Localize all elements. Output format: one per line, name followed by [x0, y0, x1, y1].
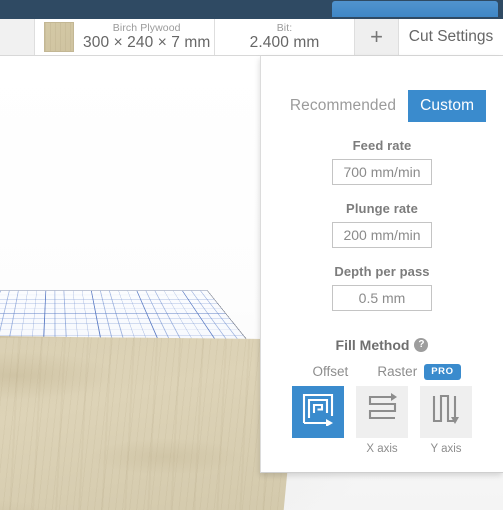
fill-method-title-row: Fill Method ?: [261, 337, 503, 353]
machine-bed-grid: [0, 290, 250, 343]
material-swatch-icon: [44, 22, 74, 52]
bit-info: Bit: 2.400 mm: [250, 22, 320, 53]
bit-label: Bit:: [276, 21, 293, 34]
mode-toggle-group: Recommended Custom: [261, 90, 503, 122]
bit-value: 2.400 mm: [249, 34, 320, 52]
material-info: Birch Plywood 300 × 240 × 7 mm: [83, 22, 210, 53]
app-root: Birch Plywood 300 × 240 × 7 mm Bit: 2.40…: [0, 0, 503, 510]
field-plunge-rate: Plunge rate: [261, 201, 503, 248]
feed-rate-input[interactable]: [332, 159, 432, 185]
cut-settings-button[interactable]: Cut Settings: [399, 19, 503, 55]
fill-method-title: Fill Method: [335, 337, 410, 353]
fill-method-section: Fill Method ? Offset Raster PRO X axis Y…: [261, 337, 503, 455]
fill-option-raster-y-caption: Y axis: [430, 442, 462, 455]
field-depth-per-pass: Depth per pass: [261, 264, 503, 311]
material-dimensions: 300 × 240 × 7 mm: [83, 34, 211, 52]
material-selector[interactable]: Birch Plywood 300 × 240 × 7 mm: [35, 19, 215, 55]
feed-rate-label: Feed rate: [352, 138, 412, 153]
tab-recommended[interactable]: Recommended: [278, 90, 408, 122]
fill-option-raster-x-caption: X axis: [366, 442, 398, 455]
offset-heading: Offset: [312, 364, 349, 380]
raster-heading-group: Raster PRO: [377, 364, 461, 380]
bit-selector[interactable]: Bit: 2.400 mm: [215, 19, 355, 55]
field-feed-rate: Feed rate: [261, 138, 503, 185]
plunge-rate-label: Plunge rate: [346, 201, 418, 216]
raster-y-axis-icon: [429, 392, 463, 431]
raster-x-axis-icon: [365, 392, 399, 431]
fill-method-headings: Offset Raster PRO: [261, 364, 503, 380]
toolbar: Birch Plywood 300 × 240 × 7 mm Bit: 2.40…: [0, 19, 503, 56]
app-titlebar: [0, 0, 503, 19]
plunge-rate-input[interactable]: [332, 222, 432, 248]
offset-spiral-icon: [301, 392, 335, 431]
help-icon[interactable]: ?: [414, 338, 429, 352]
fill-option-raster-y-tile[interactable]: [420, 385, 472, 438]
depth-per-pass-label: Depth per pass: [334, 264, 430, 279]
cut-settings-panel: Recommended Custom Feed rate Plunge rate…: [260, 56, 503, 473]
fill-option-raster-y[interactable]: Y axis: [420, 385, 472, 455]
depth-per-pass-input[interactable]: [332, 285, 432, 311]
toolbar-left-rail: [0, 19, 35, 55]
material-name: Birch Plywood: [112, 21, 181, 34]
add-button[interactable]: +: [355, 19, 399, 55]
fill-option-offset-tile[interactable]: [292, 385, 344, 438]
raster-heading: Raster: [377, 364, 418, 380]
plywood-sheet[interactable]: [0, 335, 300, 510]
tab-custom[interactable]: Custom: [408, 90, 487, 122]
plywood-grain-texture: [0, 335, 300, 510]
pro-badge: PRO: [424, 364, 461, 380]
fill-option-offset[interactable]: [292, 385, 344, 455]
fill-method-options: X axis Y axis: [261, 385, 503, 455]
fill-option-raster-x-tile[interactable]: [356, 385, 408, 438]
primary-action-button[interactable]: [332, 1, 498, 17]
fill-option-raster-x[interactable]: X axis: [356, 385, 408, 455]
